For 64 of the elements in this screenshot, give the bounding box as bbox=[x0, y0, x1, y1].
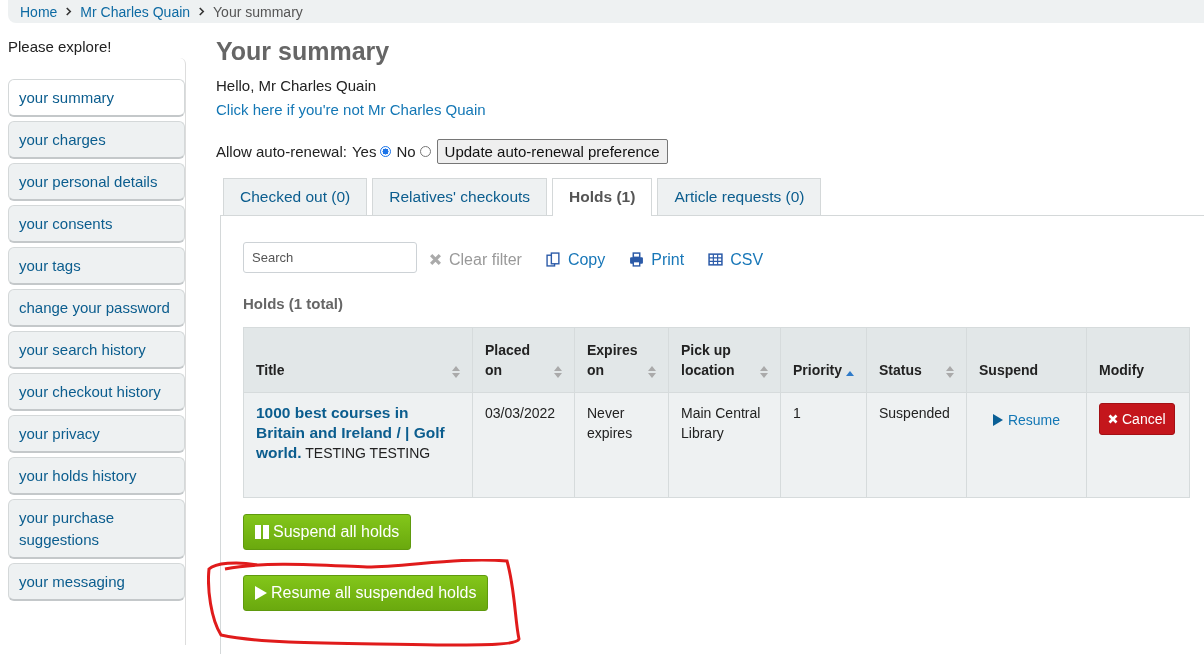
printer-icon bbox=[629, 252, 645, 267]
copy-button[interactable]: Copy bbox=[545, 250, 606, 269]
column-header[interactable]: Title bbox=[243, 327, 473, 393]
sidebar-item[interactable]: change your password bbox=[8, 289, 185, 327]
table-cell: Main Central Library bbox=[681, 405, 761, 441]
breadcrumb-current: Your summary bbox=[213, 3, 303, 20]
chevron-icon bbox=[65, 7, 73, 16]
column-header[interactable]: Expires on bbox=[574, 327, 669, 393]
tab[interactable]: Article requests (0) bbox=[657, 178, 822, 215]
csv-button[interactable]: CSV bbox=[708, 250, 764, 269]
resume-link[interactable]: Resume bbox=[992, 410, 1061, 430]
auto-renewal-label: Allow auto-renewal: bbox=[216, 143, 347, 160]
sidebar-item[interactable]: your search history bbox=[8, 331, 185, 369]
column-header[interactable]: Priority bbox=[780, 327, 867, 393]
breadcrumb-link[interactable]: Home bbox=[20, 3, 58, 20]
play-icon bbox=[992, 414, 1003, 426]
sidebar-item[interactable]: your consents bbox=[8, 205, 185, 243]
radio-label: No bbox=[396, 143, 416, 160]
print-button[interactable]: Print bbox=[629, 250, 685, 269]
column-header[interactable]: Placed on bbox=[472, 327, 575, 393]
sidebar-item[interactable]: your personal details bbox=[8, 163, 185, 201]
sort-icon bbox=[554, 366, 562, 378]
sidebar-item[interactable]: your tags bbox=[8, 247, 185, 285]
holds-heading: Holds (1 total) bbox=[243, 295, 344, 312]
table-cell: 03/03/2022 bbox=[485, 405, 556, 421]
sort-icon bbox=[648, 366, 656, 378]
sort-icon bbox=[760, 366, 768, 378]
sidebar-item[interactable]: your privacy bbox=[8, 415, 185, 453]
breadcrumb-link[interactable]: Mr Charles Quain bbox=[80, 3, 191, 20]
tab[interactable]: Checked out (0) bbox=[223, 178, 368, 215]
sort-ascending-icon bbox=[846, 371, 854, 376]
column-header[interactable]: Status bbox=[866, 327, 967, 393]
table-cell: Never expires bbox=[587, 405, 633, 441]
tab[interactable]: Holds (1) bbox=[552, 178, 653, 216]
chevron-icon bbox=[198, 7, 206, 16]
cancel-button[interactable]: Cancel bbox=[1099, 403, 1175, 435]
sidebar-item[interactable]: your summary bbox=[8, 79, 185, 117]
table-cell: 1 bbox=[793, 405, 801, 421]
sidebar-item[interactable]: your purchase suggestions bbox=[8, 499, 185, 559]
greeting-text: Hello, Mr Charles Quain bbox=[216, 76, 378, 96]
sidebar-item[interactable]: your charges bbox=[8, 121, 185, 159]
search-field[interactable]: Search bbox=[243, 242, 417, 273]
play-icon bbox=[255, 586, 267, 600]
sidebar-item[interactable]: your holds history bbox=[8, 457, 185, 495]
pause-icon bbox=[255, 525, 269, 539]
page-title: Your summary bbox=[216, 37, 391, 66]
sidebar-item[interactable]: your checkout history bbox=[8, 373, 185, 411]
sidebar-item[interactable]: your messaging bbox=[8, 563, 185, 601]
sort-icon bbox=[452, 366, 460, 378]
copy-icon bbox=[545, 252, 561, 267]
column-header[interactable]: Modify bbox=[1086, 327, 1190, 393]
table-icon bbox=[708, 253, 724, 266]
column-header[interactable]: Pick up location bbox=[668, 327, 781, 393]
sort-icon bbox=[946, 366, 954, 378]
close-icon bbox=[429, 253, 442, 266]
close-icon bbox=[1108, 414, 1118, 424]
column-header[interactable]: Suspend bbox=[966, 327, 1087, 393]
tab[interactable]: Relatives' checkouts bbox=[372, 178, 548, 215]
radio-button[interactable] bbox=[380, 146, 392, 157]
update-preference-button[interactable]: Update auto-renewal preference bbox=[436, 139, 668, 164]
radio-label: Yes bbox=[351, 143, 377, 160]
table-cell: Suspended bbox=[879, 405, 950, 421]
not-you-link[interactable]: Click here if you're not Mr Charles Quain bbox=[216, 98, 486, 122]
sidebar-heading: Please explore! bbox=[8, 37, 113, 57]
